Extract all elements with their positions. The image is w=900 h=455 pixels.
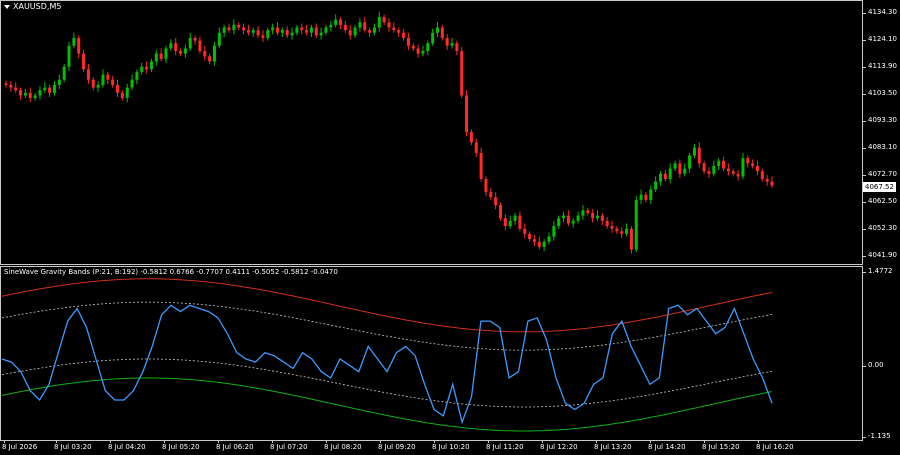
price-tick (862, 40, 866, 41)
time-axis[interactable]: 8 Jul 2026 8 Jul 03:20 8 Jul 04:20 8 Jul… (0, 440, 862, 455)
price-pane-border (0, 0, 863, 265)
price-label: 4093.30 (868, 116, 897, 124)
time-label: 8 Jul 16:20 (756, 443, 794, 451)
current-price-marker: 4067.52 (863, 182, 896, 192)
time-label: 8 Jul 10:20 (432, 443, 470, 451)
sinewave-line (1, 304, 773, 425)
time-label: 8 Jul 08:20 (324, 443, 362, 451)
price-label: 4041.90 (868, 251, 897, 259)
time-label: 8 Jul 06:20 (216, 443, 254, 451)
indicator-tick (862, 272, 866, 273)
indicator-axis-label: 0.00 (868, 361, 884, 369)
chart-window[interactable]: XAUUSD,M5 SineWave Gravity Bands (P:21, … (0, 0, 900, 455)
time-label: 8 Jul 05:20 (162, 443, 200, 451)
indicator-label[interactable]: SineWave Gravity Bands (P:21, B:192) -0.… (4, 268, 338, 276)
price-label: 4062.50 (868, 197, 897, 205)
price-tick (862, 94, 866, 95)
time-label: 8 Jul 2026 (2, 443, 38, 451)
upper-mid-band-line (1, 301, 773, 351)
time-label: 8 Jul 14:20 (648, 443, 686, 451)
time-label: 8 Jul 07:20 (270, 443, 308, 451)
indicator-pane[interactable] (0, 267, 862, 440)
time-label: 8 Jul 13:20 (594, 443, 632, 451)
price-tick (862, 202, 866, 203)
price-label: 4134.30 (868, 8, 897, 16)
indicator-axis-label: 1.4772 (868, 267, 893, 275)
sinewave-chart (1, 278, 773, 432)
price-tick (862, 121, 866, 122)
time-label: 8 Jul 04:20 (108, 443, 146, 451)
price-tick (862, 256, 866, 257)
time-label: 8 Jul 12:20 (540, 443, 578, 451)
price-tick (862, 229, 866, 230)
price-axis[interactable]: 4134.30 4124.10 4113.90 4103.50 4093.30 … (862, 0, 900, 440)
indicator-tick (862, 366, 866, 367)
indicator-tick (862, 437, 866, 438)
price-label: 4103.50 (868, 89, 897, 97)
price-label: 4124.10 (868, 35, 897, 43)
indicator-axis-label: -1.135 (868, 432, 891, 440)
price-tick (862, 67, 866, 68)
price-label: 4113.90 (868, 62, 897, 70)
upper-band-line (1, 278, 773, 333)
price-tick (862, 175, 866, 176)
price-tick (862, 148, 866, 149)
time-label: 8 Jul 09:20 (378, 443, 416, 451)
lower-band-line (1, 377, 773, 432)
price-label: 4072.70 (868, 170, 897, 178)
time-label: 8 Jul 15:20 (702, 443, 740, 451)
price-label: 4083.10 (868, 143, 897, 151)
time-label: 8 Jul 03:20 (54, 443, 92, 451)
price-tick (862, 13, 866, 14)
time-label: 8 Jul 11:20 (486, 443, 524, 451)
price-label: 4052.30 (868, 224, 897, 232)
